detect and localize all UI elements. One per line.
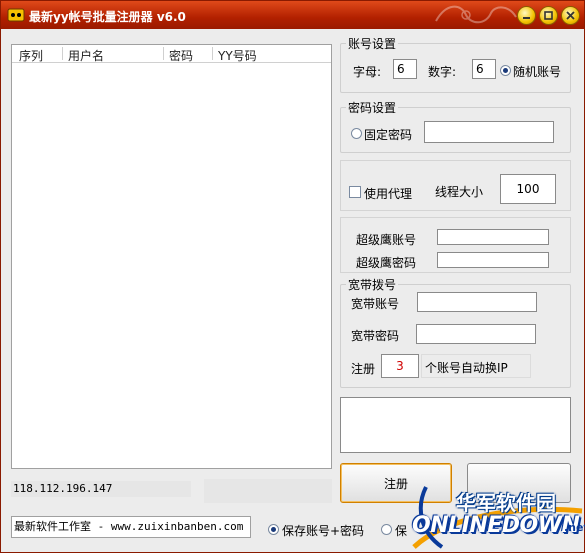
ip-switch-count-input[interactable]: 3 (381, 354, 419, 378)
minimize-icon (523, 17, 530, 19)
use-proxy-label[interactable]: 使用代理 (364, 185, 412, 202)
fixed-password-label[interactable]: 固定密码 (364, 126, 412, 143)
minimize-button[interactable] (517, 6, 536, 25)
close-button[interactable] (561, 6, 580, 25)
use-proxy-checkbox[interactable] (349, 186, 361, 198)
eagle-account-input[interactable] (437, 229, 549, 245)
eagle-password-label: 超级鹰密码 (356, 256, 417, 270)
digits-input[interactable]: 6 (472, 59, 496, 79)
column-header-password[interactable]: 密码 (169, 47, 193, 64)
log-textbox[interactable] (340, 397, 571, 453)
threads-input[interactable]: 100 (500, 174, 556, 204)
app-logo-icon (7, 8, 25, 22)
account-list[interactable]: 序列 用户名 密码 YY号码 (11, 44, 332, 469)
fixed-password-input[interactable] (424, 121, 554, 143)
password-settings-legend: 密码设置 (346, 99, 399, 116)
broadband-legend: 宽带拨号 (346, 276, 399, 293)
account-settings-legend: 账号设置 (346, 35, 399, 52)
close-icon (566, 11, 575, 20)
watermark-cn-text: 华军软件园 (456, 491, 556, 515)
save-account-password-label[interactable]: 保存账号+密码 (282, 522, 364, 539)
app-window: 最新yy帐号批量注册器 v6.0 序列 用户名 密码 YY号码 账号设置 字母:… (0, 0, 585, 553)
column-divider (212, 47, 213, 60)
broadband-password-input[interactable] (416, 324, 536, 344)
ip-address-status: 118.112.196.147 (11, 481, 191, 497)
register-count-label: 注册 (351, 362, 376, 376)
maximize-button[interactable] (539, 6, 558, 25)
status-panel (204, 479, 332, 503)
fixed-password-radio[interactable] (351, 128, 362, 139)
studio-credit: 最新软件工作室 - www.zuixinbanben.com (11, 516, 251, 538)
list-header: 序列 用户名 密码 YY号码 (12, 45, 331, 63)
digits-label: 数字: (428, 65, 457, 79)
eagle-account-label: 超级鹰账号 (356, 233, 417, 247)
broadband-account-input[interactable] (417, 292, 537, 312)
title-bar[interactable]: 最新yy帐号批量注册器 v6.0 (1, 1, 584, 29)
broadband-account-label: 宽带账号 (351, 297, 400, 311)
watermark-logo: 华军软件园 ONLINEDOWN .net (406, 477, 585, 553)
column-header-username[interactable]: 用户名 (68, 47, 104, 64)
watermark-dotcom-text: .net (564, 521, 585, 534)
column-divider (163, 47, 164, 60)
ip-switch-suffix-label: 个账号自动换IP (425, 361, 508, 375)
eagle-password-input[interactable] (437, 252, 549, 268)
letters-label: 字母: (353, 65, 382, 79)
window-title: 最新yy帐号批量注册器 v6.0 (29, 10, 186, 24)
random-account-label[interactable]: 随机账号 (513, 63, 561, 80)
column-header-yy-number[interactable]: YY号码 (218, 47, 257, 64)
broadband-password-label: 宽带密码 (351, 329, 400, 343)
letters-input[interactable]: 6 (393, 59, 417, 79)
watermark-en-text: ONLINEDOWN (412, 513, 580, 538)
column-divider (62, 47, 63, 60)
register-button-label: 注册 (383, 476, 408, 491)
maximize-icon (544, 11, 553, 20)
threads-label: 线程大小 (435, 185, 484, 199)
decorative-swirl-icon (435, 5, 517, 24)
column-header-index[interactable]: 序列 (19, 47, 43, 64)
random-account-radio[interactable] (500, 65, 511, 76)
save-account-password-radio[interactable] (268, 524, 279, 535)
save-option-radio[interactable] (381, 524, 392, 535)
